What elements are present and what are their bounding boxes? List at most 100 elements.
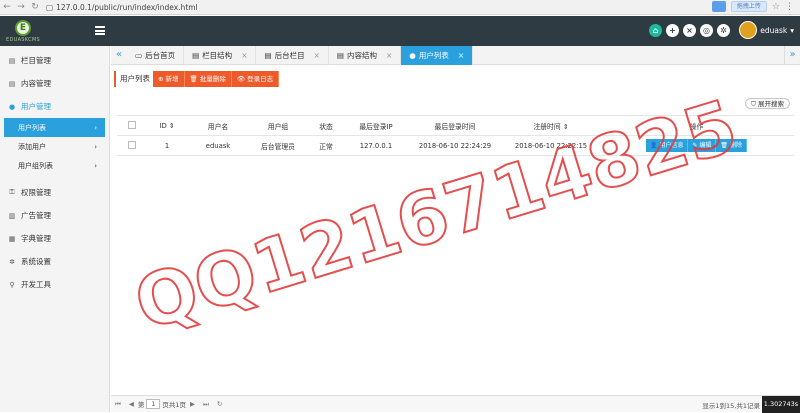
logo[interactable]: E EDUASKCMS	[0, 16, 46, 46]
close-icon[interactable]: ×	[458, 51, 464, 60]
browser-actions: 拖拽上传 ☆ ⋮	[711, 1, 794, 12]
row-select-cell	[117, 135, 147, 156]
logo-badge: E	[15, 19, 31, 36]
file-icon: ▤	[336, 51, 344, 60]
cell-group: 后台管理员	[249, 135, 307, 156]
add-icon[interactable]: +	[666, 24, 679, 37]
star-icon[interactable]: ☆	[772, 2, 780, 12]
toolbar: 用户列表 ⊕ 新增 🗑 批量删除 👁 登录日志	[114, 69, 280, 89]
sidebar-item-label: 系统设置	[21, 257, 51, 266]
back-icon[interactable]: ←	[0, 2, 14, 12]
menu-toggle-icon[interactable]	[95, 26, 105, 35]
next-page-icon[interactable]: ▶	[190, 400, 195, 408]
col-ip: 最后登录IP	[345, 115, 407, 136]
col-label: 注册时间	[533, 122, 561, 131]
avatar	[739, 21, 758, 39]
file-icon: ▤	[8, 56, 16, 65]
select-all-checkbox[interactable]	[128, 120, 136, 129]
close-icon[interactable]: ×	[683, 24, 696, 37]
tab-label: 栏目结构	[202, 51, 233, 60]
chevron-right-icon: ›	[94, 142, 97, 151]
select-all-cell	[117, 115, 147, 136]
page-prefix: 第	[137, 401, 145, 409]
cell-ip: 127.0.0.1	[345, 135, 407, 156]
sidebar-item-permissions[interactable]: ⚿ 权限管理	[0, 181, 109, 204]
compass-icon[interactable]: ◎	[700, 24, 713, 37]
upload-button[interactable]: 拖拽上传	[730, 1, 767, 12]
file-icon: ▤	[264, 51, 272, 60]
pager-info: 显示1到15,共1记录	[702, 402, 760, 410]
edit-button[interactable]: ✎ 编辑	[688, 139, 717, 152]
col-id[interactable]: ID ⇕	[147, 115, 187, 136]
top-icon-group: ⌂ + × ◎ ✲	[649, 24, 730, 37]
menu-dots-icon[interactable]: ⋮	[785, 2, 794, 12]
user-menu[interactable]: eduask ▾	[739, 21, 794, 39]
first-page-icon[interactable]: ⏮	[115, 400, 121, 409]
gear-icon: ✲	[9, 257, 15, 266]
cast-icon[interactable]	[711, 1, 726, 12]
sidebar-item-column[interactable]: ▤ 栏目管理	[0, 49, 109, 72]
key-icon: ⚿	[9, 188, 15, 196]
sidebar-item-devtools[interactable]: ⚲ 开发工具	[0, 273, 109, 296]
close-icon[interactable]: ×	[241, 51, 247, 60]
col-actions: 操作	[599, 115, 794, 136]
tab-home[interactable]: ▭ 后台首页	[127, 46, 185, 65]
sidebar-item-label: 字典管理	[21, 234, 51, 243]
sidebar-item-label: 内容管理	[21, 79, 51, 88]
add-label: 新增	[165, 75, 179, 83]
address-bar[interactable]: ▢ 127.0.0.1/public/run/index/index.html	[46, 3, 198, 12]
page-input[interactable]: 1	[146, 399, 161, 409]
batch-delete-button[interactable]: 🗑 批量删除	[184, 71, 232, 87]
login-log-button[interactable]: 👁 登录日志	[231, 71, 280, 87]
action-label: 删除	[729, 142, 742, 149]
tab-bar: « ▭ 后台首页 ▤ 栏目结构 × ▤ 后台栏目 × ▤ 内容结构 × ● 用户…	[111, 46, 800, 65]
forward-icon[interactable]: →	[14, 2, 28, 12]
tab-user-list[interactable]: ● 用户列表 ×	[401, 46, 474, 65]
reload-icon[interactable]: ↻	[28, 2, 42, 12]
sidebar: ▤ 栏目管理 ▤ 内容管理 ● 用户管理 用户列表 › 添加用户 › 用户组列表…	[0, 46, 110, 412]
tab-backend-columns[interactable]: ▤ 后台栏目 ×	[256, 46, 329, 65]
user-info-button[interactable]: 👤 用户信息	[646, 139, 689, 152]
cell-username: eduask	[187, 135, 249, 156]
table-row: 1 eduask 后台管理员 正常 127.0.0.1 2018-06-10 2…	[117, 135, 794, 156]
sidebar-item-ads[interactable]: ▥ 广告管理	[0, 204, 109, 227]
sidebar-item-content[interactable]: ▤ 内容管理	[0, 72, 109, 95]
settings-icon[interactable]: ✲	[717, 24, 730, 37]
chevron-down-icon: ▾	[790, 25, 794, 35]
add-button[interactable]: ⊕ 新增	[153, 71, 185, 87]
sidebar-item-users[interactable]: ● 用户管理	[0, 95, 109, 118]
refresh-icon[interactable]: ↻	[217, 400, 222, 408]
close-icon[interactable]: ×	[386, 51, 392, 60]
tab-content-structure[interactable]: ▤ 内容结构 ×	[329, 46, 402, 65]
cell-status: 正常	[307, 135, 345, 156]
close-icon[interactable]: ×	[314, 51, 320, 60]
sidebar-subitem-label: 用户列表	[18, 123, 46, 132]
col-username: 用户名	[187, 115, 249, 136]
file-icon: ▤	[192, 51, 200, 60]
delete-button[interactable]: 🗑 删除	[716, 139, 747, 152]
sidebar-item-label: 开发工具	[21, 280, 51, 289]
expand-search-button[interactable]: ⛉ 展开搜索	[745, 98, 790, 109]
batch-delete-label: 批量删除	[199, 75, 226, 83]
col-label: ID	[159, 121, 167, 130]
sidebar-item-label: 栏目管理	[21, 56, 51, 65]
last-page-icon[interactable]: ⏭	[203, 400, 209, 409]
sidebar-subitem-user-groups[interactable]: 用户组列表 ›	[0, 156, 109, 175]
double-chevron-right-icon[interactable]: »	[784, 46, 800, 64]
sidebar-item-settings[interactable]: ✲ 系统设置	[0, 250, 109, 273]
tab-column-structure[interactable]: ▤ 栏目结构 ×	[184, 46, 257, 65]
row-checkbox[interactable]	[128, 140, 136, 149]
sidebar-subitem-user-list[interactable]: 用户列表 ›	[4, 118, 105, 137]
pagination: ⏮ ◀ 第 1 页共1页 ▶ ⏭ ↻ 显示1到15,共1记录 1.302743s	[111, 395, 800, 413]
double-chevron-left-icon[interactable]: «	[111, 46, 127, 64]
chevron-right-icon: ›	[94, 123, 97, 132]
expand-search-label: 展开搜索	[758, 100, 784, 108]
home-icon[interactable]: ⌂	[649, 24, 662, 37]
sidebar-item-dictionary[interactable]: ▦ 字典管理	[0, 227, 109, 250]
page-icon: ▢	[46, 2, 54, 12]
monitor-icon: ▭	[135, 51, 143, 60]
username: eduask	[760, 25, 788, 35]
prev-page-icon[interactable]: ◀	[129, 400, 134, 408]
sidebar-subitem-add-user[interactable]: 添加用户 ›	[0, 137, 109, 156]
col-registered[interactable]: 注册时间 ⇕	[503, 115, 599, 136]
